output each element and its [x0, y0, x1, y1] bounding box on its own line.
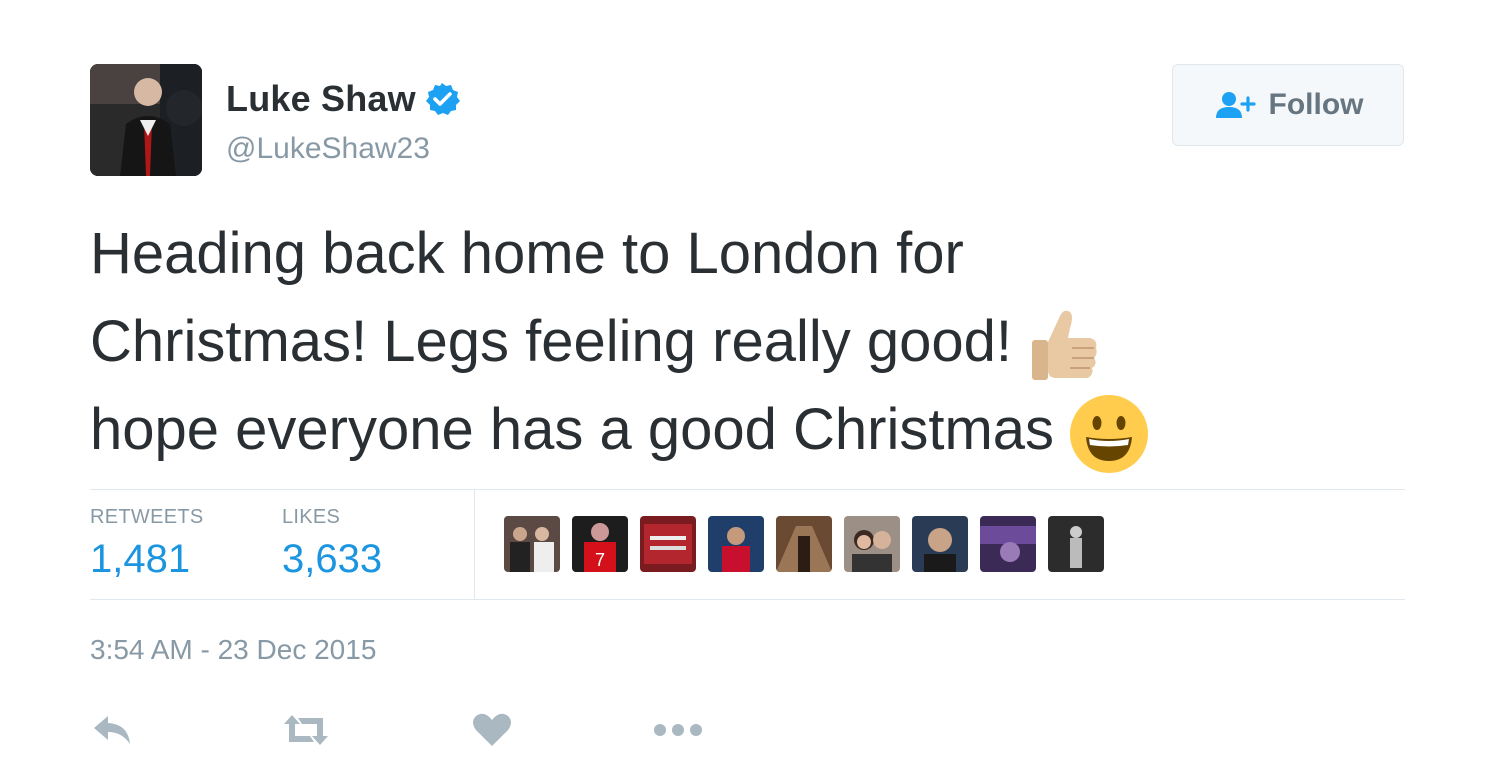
liker-avatar[interactable]: [504, 516, 560, 572]
avatar[interactable]: [90, 64, 202, 176]
tweet-text-line-2: Christmas! Legs feeling really good!: [90, 298, 1380, 386]
liker-avatar[interactable]: [980, 516, 1036, 572]
user-handle[interactable]: @LukeShaw23: [226, 132, 430, 166]
tweet-text-line-3-text: hope everyone has a good Christmas: [90, 397, 1055, 462]
thumbs-up-emoji-icon: [1032, 310, 1097, 380]
follow-label: Follow: [1268, 88, 1364, 121]
tweet-text-line: Heading back home to London for: [90, 221, 964, 286]
liker-avatar[interactable]: [1048, 516, 1104, 572]
likes-label: LIKES: [282, 506, 341, 528]
user-name-row[interactable]: Luke Shaw: [226, 78, 460, 120]
tweet-text: Heading back home to London for Christma…: [90, 210, 1380, 475]
more-dots-icon: [654, 724, 702, 736]
reply-button[interactable]: [92, 708, 134, 752]
retweet-button[interactable]: [280, 708, 332, 752]
tweet-card: Luke Shaw @LukeShaw23 Follow Heading bac…: [0, 0, 1489, 768]
reply-icon: [94, 716, 130, 744]
retweets-stat[interactable]: RETWEETS 1,481: [90, 506, 204, 582]
likers-avatar-list: 7: [504, 516, 1116, 572]
grinning-face-emoji-icon: [1070, 394, 1149, 473]
likes-count[interactable]: 3,633: [282, 537, 382, 582]
stats-vertical-divider: [474, 490, 475, 599]
tweet-timestamp[interactable]: 3:54 AM - 23 Dec 2015: [90, 634, 376, 666]
follow-user-plus-icon: [1215, 92, 1256, 118]
retweets-label: RETWEETS: [90, 506, 204, 528]
likes-stat[interactable]: LIKES 3,633: [282, 506, 382, 582]
like-button[interactable]: [472, 708, 512, 752]
liker-avatar[interactable]: [708, 516, 764, 572]
stats-divider-bottom: [90, 599, 1405, 600]
follow-button[interactable]: Follow: [1172, 64, 1404, 146]
tweet-text-line-3: hope everyone has a good Christmas: [90, 386, 1380, 475]
display-name[interactable]: Luke Shaw: [226, 78, 416, 120]
retweet-icon: [284, 715, 328, 745]
like-heart-icon: [473, 713, 511, 746]
liker-avatar[interactable]: 7: [572, 516, 628, 572]
more-button[interactable]: [652, 708, 704, 752]
liker-avatar[interactable]: [844, 516, 900, 572]
tweet-actions: [0, 708, 1489, 752]
liker-avatar[interactable]: [640, 516, 696, 572]
verified-badge-icon: [425, 83, 460, 115]
svg-text:7: 7: [595, 550, 605, 570]
stats-divider-top: [90, 489, 1405, 490]
tweet-text-line-2-text: Christmas! Legs feeling really good!: [90, 309, 1013, 374]
liker-avatar[interactable]: [776, 516, 832, 572]
retweets-count[interactable]: 1,481: [90, 537, 204, 582]
liker-avatar[interactable]: [912, 516, 968, 572]
